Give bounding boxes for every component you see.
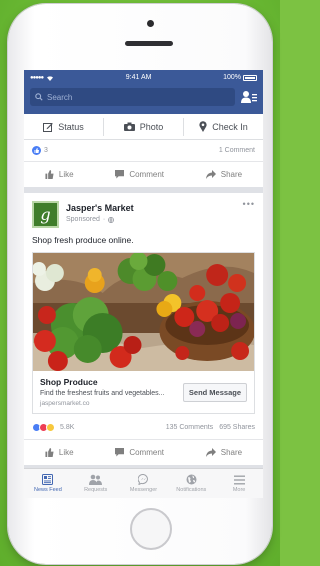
ad-image[interactable] [33, 253, 254, 371]
search-icon [35, 93, 43, 101]
more-options-icon[interactable]: ••• [243, 199, 255, 209]
comment-count[interactable]: 1 Comment [219, 147, 255, 154]
composer-bar: Status Photo Check In [24, 114, 263, 140]
reaction-count[interactable]: 5.8K [60, 424, 74, 431]
tab-requests[interactable]: Requests [72, 469, 120, 498]
dot-separator: · [102, 216, 106, 223]
comment-button[interactable]: Comment [115, 170, 164, 179]
comment-count[interactable]: 135 Comments [166, 424, 213, 431]
thumbs-up-icon [45, 170, 54, 179]
earpiece-speaker [125, 41, 173, 46]
thumbs-up-icon [45, 448, 54, 457]
tab-news-feed[interactable]: News Feed [24, 469, 72, 498]
post-text: Shop fresh produce online. [32, 235, 134, 245]
globe-icon [186, 474, 197, 485]
sponsored-label: Sponsored · [66, 216, 134, 223]
sponsored-text: Sponsored [66, 216, 100, 223]
top-post-card: 3 1 Comment Like Comment Share [24, 140, 263, 187]
check-in-label: Check In [212, 121, 248, 132]
home-button[interactable] [130, 508, 172, 550]
battery-percent: 100% [223, 74, 241, 81]
bottom-tab-bar: News Feed Requests Messenger Notificatio… [24, 468, 263, 498]
share-label: Share [220, 448, 243, 457]
signal-dots-icon: ●●●●● [30, 74, 44, 81]
share-count[interactable]: 695 Shares [219, 424, 255, 431]
like-button[interactable]: Like [45, 448, 74, 457]
friends-list-button[interactable] [235, 90, 257, 104]
tab-label: More [232, 486, 246, 493]
edit-icon [43, 122, 54, 132]
check-in-button[interactable]: Check In [184, 121, 263, 132]
tab-more[interactable]: More [215, 469, 263, 498]
messenger-icon [137, 474, 148, 485]
wow-reaction-icon [46, 423, 55, 432]
share-button[interactable]: Share [205, 170, 243, 179]
comment-label: Comment [129, 170, 164, 179]
like-label: Like [58, 170, 74, 179]
comment-label: Comment [129, 448, 164, 457]
tab-notifications[interactable]: Notifications [167, 469, 215, 498]
phone-screen: ●●●●● 9:41 AM 100% Search Status Photo C… [24, 70, 263, 498]
like-count[interactable]: 3 [44, 147, 48, 154]
search-input[interactable]: Search [30, 88, 235, 106]
page-name[interactable]: Jasper's Market [66, 203, 134, 213]
share-icon [205, 448, 216, 457]
ad-post-card: g Jasper's Market Sponsored · ••• Shop f… [24, 193, 263, 465]
page-logo[interactable]: g [32, 201, 59, 228]
app-header: ●●●●● 9:41 AM 100% Search [24, 70, 263, 114]
location-pin-icon [199, 121, 207, 132]
status-label: Status [58, 121, 84, 132]
photo-label: Photo [139, 121, 164, 132]
battery-icon [243, 74, 257, 81]
ad-title: Shop Produce [40, 377, 98, 387]
logo-letter: g [40, 205, 51, 224]
share-label: Share [220, 170, 243, 179]
globe-icon [108, 216, 115, 223]
like-button[interactable]: Like [45, 170, 74, 179]
comment-icon [115, 170, 125, 179]
status-time: 9:41 AM [125, 74, 152, 81]
ad-url: jaspersmarket.co [40, 400, 90, 407]
friend-requests-icon [89, 474, 103, 485]
like-label: Like [58, 448, 74, 457]
share-icon [205, 170, 216, 179]
front-camera [147, 20, 154, 27]
tab-messenger[interactable]: Messenger [120, 469, 168, 498]
tab-label: Requests [84, 487, 108, 493]
comment-button[interactable]: Comment [115, 448, 164, 457]
tab-label: Messenger [129, 487, 158, 493]
photo-button[interactable]: Photo [104, 122, 183, 132]
wifi-icon [47, 75, 54, 81]
reaction-icons[interactable] [32, 423, 55, 432]
tab-label: Notifications [176, 487, 207, 493]
menu-icon [233, 475, 245, 484]
status-button[interactable]: Status [24, 122, 103, 132]
ad-description: Find the freshest fruits and vegetables.… [40, 390, 165, 397]
camera-icon [123, 122, 135, 131]
send-message-button[interactable]: Send Message [182, 382, 247, 402]
share-button[interactable]: Share [205, 448, 243, 457]
comment-icon [115, 448, 125, 457]
search-placeholder: Search [47, 92, 73, 102]
friends-list-icon [241, 91, 257, 103]
status-bar: ●●●●● 9:41 AM 100% [30, 72, 257, 83]
tab-label: News Feed [33, 487, 62, 493]
like-reaction-icon [32, 146, 41, 155]
ad-link-preview[interactable]: Shop Produce Find the freshest fruits an… [32, 252, 255, 414]
news-feed-icon [42, 474, 54, 485]
